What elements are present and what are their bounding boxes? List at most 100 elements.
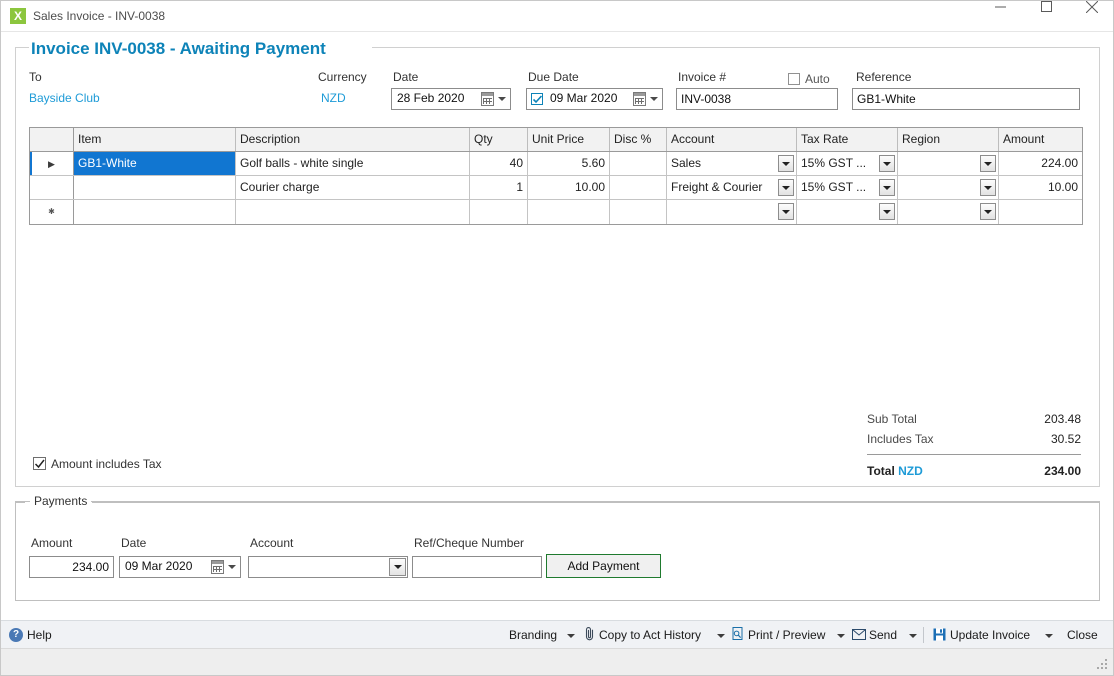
date-input[interactable]: 28 Feb 2020: [391, 88, 511, 110]
send-button[interactable]: Send: [869, 621, 897, 649]
cell-tax-rate[interactable]: 15% GST ...: [797, 176, 898, 199]
chevron-down-icon[interactable]: [498, 97, 506, 101]
payment-date-input[interactable]: 09 Mar 2020: [119, 556, 241, 578]
currency-link[interactable]: NZD: [321, 91, 346, 105]
table-row[interactable]: ▶ GB1-White Golf balls - white single 40…: [30, 152, 1082, 176]
maximize-icon[interactable]: [1023, 1, 1069, 31]
amount-includes-tax-row[interactable]: Amount includes Tax: [33, 457, 162, 471]
cell-account-text: Freight & Courier: [671, 180, 763, 194]
chevron-down-icon[interactable]: [980, 179, 996, 196]
calendar-icon[interactable]: [481, 92, 494, 106]
branding-button[interactable]: Branding: [509, 621, 557, 649]
update-invoice-button[interactable]: Update Invoice: [950, 621, 1030, 649]
chevron-down-icon[interactable]: [389, 558, 406, 576]
column-header-region[interactable]: Region: [898, 128, 999, 151]
column-header-unit-price[interactable]: Unit Price: [528, 128, 610, 151]
save-disk-icon[interactable]: [933, 621, 949, 649]
print-preview-icon[interactable]: [732, 621, 746, 649]
cell-disc[interactable]: [610, 200, 667, 224]
cell-unit-price[interactable]: 10.00: [528, 176, 610, 199]
chevron-down-icon[interactable]: [650, 97, 658, 101]
customer-link[interactable]: Bayside Club: [29, 91, 100, 105]
calendar-icon[interactable]: [633, 92, 646, 106]
chevron-down-icon[interactable]: [567, 634, 575, 638]
help-button[interactable]: Help: [27, 621, 52, 649]
invoice-number-input[interactable]: INV-0038: [676, 88, 838, 110]
payments-group-box: Payments: [15, 494, 1100, 601]
row-marker-cell[interactable]: [30, 176, 74, 199]
cell-account[interactable]: Freight & Courier: [667, 176, 797, 199]
resize-grip[interactable]: [1096, 659, 1108, 671]
table-row[interactable]: Courier charge 1 10.00 Freight & Courier…: [30, 176, 1082, 200]
reference-input[interactable]: GB1-White: [852, 88, 1080, 110]
paperclip-icon[interactable]: [584, 621, 598, 649]
cell-disc[interactable]: [610, 152, 667, 175]
cell-description[interactable]: [236, 200, 470, 224]
chevron-down-icon[interactable]: [778, 155, 794, 172]
payment-account-select[interactable]: [248, 556, 408, 578]
chevron-down-icon[interactable]: [980, 203, 996, 220]
cell-region[interactable]: [898, 152, 999, 175]
print-preview-button[interactable]: Print / Preview: [748, 621, 825, 649]
cell-description[interactable]: Golf balls - white single: [236, 152, 470, 175]
due-date-checkbox[interactable]: [531, 93, 543, 105]
chevron-down-icon[interactable]: [778, 179, 794, 196]
cell-amount[interactable]: 10.00: [999, 176, 1082, 199]
cell-disc[interactable]: [610, 176, 667, 199]
cell-qty[interactable]: [470, 200, 528, 224]
chevron-down-icon[interactable]: [778, 203, 794, 220]
chevron-down-icon[interactable]: [879, 179, 895, 196]
cell-region[interactable]: [898, 200, 999, 224]
table-row-new[interactable]: ✱: [30, 200, 1082, 224]
new-row-marker-cell[interactable]: ✱: [30, 200, 74, 224]
chevron-down-icon[interactable]: [879, 155, 895, 172]
chevron-down-icon[interactable]: [879, 203, 895, 220]
chevron-down-icon[interactable]: [909, 634, 917, 638]
column-header-disc[interactable]: Disc %: [610, 128, 667, 151]
chevron-down-icon[interactable]: [837, 634, 845, 638]
includes-tax-row: Includes Tax 30.52: [867, 429, 1081, 449]
chevron-down-icon[interactable]: [228, 565, 236, 569]
total-currency: NZD: [898, 464, 923, 478]
column-header-qty[interactable]: Qty: [470, 128, 528, 151]
column-header-description[interactable]: Description: [236, 128, 470, 151]
line-items-grid[interactable]: Item Description Qty Unit Price Disc % A…: [29, 127, 1083, 225]
chevron-down-icon[interactable]: [980, 155, 996, 172]
calendar-icon[interactable]: [211, 560, 224, 574]
cell-description[interactable]: Courier charge: [236, 176, 470, 199]
minimize-icon[interactable]: [977, 1, 1023, 31]
cell-unit-price[interactable]: [528, 200, 610, 224]
cell-tax-rate[interactable]: [797, 200, 898, 224]
cell-amount[interactable]: [999, 200, 1082, 224]
question-mark-icon[interactable]: ?: [9, 628, 23, 642]
close-button[interactable]: Close: [1067, 621, 1098, 649]
payment-ref-input[interactable]: [412, 556, 542, 578]
column-header-tax-rate[interactable]: Tax Rate: [797, 128, 898, 151]
cell-region[interactable]: [898, 176, 999, 199]
cell-tax-rate[interactable]: 15% GST ...: [797, 152, 898, 175]
column-header-account[interactable]: Account: [667, 128, 797, 151]
copy-to-act-history-button[interactable]: Copy to Act History: [599, 621, 701, 649]
amount-includes-tax-checkbox[interactable]: [33, 457, 46, 470]
column-header-amount[interactable]: Amount: [999, 128, 1082, 151]
cell-amount[interactable]: 224.00: [999, 152, 1082, 175]
cell-item[interactable]: GB1-White: [74, 152, 236, 175]
chevron-down-icon[interactable]: [1045, 634, 1053, 638]
column-header-item[interactable]: Item: [74, 128, 236, 151]
cell-item[interactable]: [74, 176, 236, 199]
payment-amount-input[interactable]: 234.00: [29, 556, 114, 578]
add-payment-button[interactable]: Add Payment: [546, 554, 661, 578]
auto-checkbox[interactable]: [788, 73, 800, 85]
cell-qty[interactable]: 1: [470, 176, 528, 199]
chevron-down-icon[interactable]: [717, 634, 725, 638]
cell-item[interactable]: [74, 200, 236, 224]
cell-account[interactable]: [667, 200, 797, 224]
due-date-input[interactable]: 09 Mar 2020: [526, 88, 663, 110]
close-icon[interactable]: [1069, 1, 1113, 31]
cell-qty[interactable]: 40: [470, 152, 528, 175]
payment-account-label: Account: [250, 536, 294, 550]
cell-account[interactable]: Sales: [667, 152, 797, 175]
envelope-icon[interactable]: [852, 621, 868, 649]
row-marker-cell[interactable]: ▶: [30, 152, 74, 175]
cell-unit-price[interactable]: 5.60: [528, 152, 610, 175]
